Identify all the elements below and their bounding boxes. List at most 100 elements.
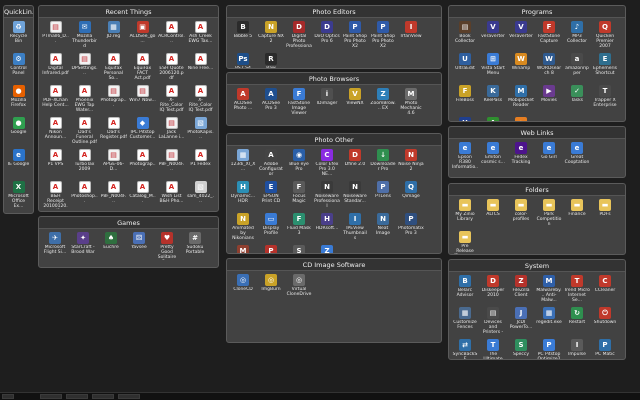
fence-title[interactable]: Web Links	[449, 127, 625, 139]
desktop-shortcut[interactable]: ▬ ALTCS	[480, 199, 506, 229]
desktop-shortcut[interactable]: F Focus Magic	[286, 181, 312, 211]
desktop-shortcut[interactable]: Z FileZilla Client	[508, 275, 534, 305]
desktop-shortcut[interactable]: K KeePass	[480, 85, 506, 115]
desktop-shortcut[interactable]: ▤ Photograp...	[100, 85, 127, 115]
desktop-shortcut[interactable]: ▦ 123di_XI_X...	[230, 149, 256, 179]
desktop-shortcut[interactable]: C CCleaner	[592, 275, 618, 305]
fence-folders[interactable]: Folders ▬ My Zinio Library ▬ ALTCS ▬ color-pr…	[448, 183, 626, 255]
desktop-shortcut[interactable]: ▤ P8F_N004F...	[158, 149, 185, 179]
desktop-shortcut[interactable]: A X-Rite_Color IQ Test.pdf	[187, 85, 214, 115]
desktop-shortcut[interactable]: A P1 Fedex	[187, 149, 214, 179]
desktop-shortcut[interactable]: ✉ Mozilla Thunderbird	[71, 21, 98, 51]
fence-title[interactable]: Folders	[449, 184, 625, 196]
desktop-shortcut[interactable]: P PTLens	[370, 181, 396, 211]
desktop-shortcut[interactable]: ↓ Downloader Pro	[370, 149, 396, 179]
desktop-shortcut[interactable]: N Noiseware Professional	[314, 181, 340, 211]
desktop-shortcut[interactable]: M Malwareby... Anti-Malw...	[536, 275, 562, 305]
desktop-shortcut[interactable]: A ACDSee Pro 3	[258, 88, 284, 118]
desktop-shortcut[interactable]: ◎ CloneCD	[230, 274, 256, 304]
desktop-shortcut[interactable]: ↻ Restart	[564, 307, 590, 337]
fence-title[interactable]: CD Image Software	[227, 259, 441, 271]
desktop-shortcut[interactable]: PPortrait Professiona...	[258, 245, 284, 253]
desktop-shortcut[interactable]: N Animated by Nikonians	[230, 213, 256, 243]
desktop-shortcut[interactable]: M Mobipocket Reader	[508, 85, 534, 115]
taskbar-button[interactable]	[40, 394, 62, 399]
desktop-shortcut[interactable]: A Adobe Configurator	[258, 149, 284, 179]
desktop-shortcut[interactable]: MPhotoME	[230, 245, 256, 253]
desktop-shortcut[interactable]: A ACRControl...	[158, 21, 185, 51]
desktop-shortcut[interactable]: A Photoshop...	[71, 181, 98, 211]
desktop-shortcut[interactable]: I IPEView Thumbnails	[342, 213, 368, 243]
desktop-shortcut[interactable]: P PC Matic	[592, 339, 618, 359]
desktop-shortcut[interactable]: J JcDI PowerTo...	[508, 307, 534, 337]
desktop-shortcut[interactable]: ● Mozilla Firefox	[7, 85, 30, 115]
desktop-shortcut[interactable]: A TurboTax 2009	[71, 149, 98, 179]
fence-photo-other[interactable]: Photo Other ▦ 123di_XI_X... A Adobe Configu…	[226, 133, 442, 254]
desktop-shortcut[interactable]: e Great Cooptation	[564, 142, 590, 172]
desktop-shortcut[interactable]: A ACDSee Photo ...	[230, 88, 256, 118]
fence-title[interactable]: Games	[39, 217, 218, 229]
desktop-shortcut[interactable]: ▤ APGE-06-D...	[100, 149, 127, 179]
desktop-shortcut[interactable]: ▦ JD.reg	[100, 21, 127, 51]
desktop-shortcut[interactable]: AB&H Receipt 20100120.pdf	[42, 181, 69, 211]
desktop-shortcut[interactable]: TThe Ultimate Troublesho...	[480, 339, 506, 359]
desktop-shortcut[interactable]: A P8F_N004F...	[100, 181, 127, 211]
desktop-shortcut[interactable]: E EPSON Print CD	[258, 181, 284, 211]
desktop-shortcut[interactable]: H Dynamic... HDR	[230, 181, 256, 211]
desktop-shortcut[interactable]: A X-Rite_Color IQ Test.pdf	[158, 85, 185, 115]
desktop-shortcut[interactable]: ▲VLC media player	[508, 117, 534, 121]
desktop-shortcut[interactable]: I IrfanView	[398, 21, 424, 51]
desktop-shortcut[interactable]: a amazonripper	[564, 53, 590, 83]
desktop-shortcut[interactable]: ◎ Virtual CloneDrive	[286, 274, 312, 304]
desktop-shortcut[interactable]: ▬ Finance	[564, 199, 590, 229]
desktop-shortcut[interactable]: N Neat Image	[370, 213, 396, 243]
fence-photo-editors[interactable]: Photo Editors B Bibble 5 N Capture NX 2 D Dig…	[226, 5, 442, 69]
desktop-shortcut[interactable]: A Photograp...	[129, 149, 156, 179]
desktop-shortcut[interactable]: A Dad's Funeral Outline.pdf	[71, 117, 98, 147]
desktop-shortcut[interactable]: A Equifax Personal So...	[100, 53, 127, 83]
fence-system[interactable]: System B Belarc Advisor D Diskeeper 2010 Z Fi…	[448, 259, 626, 360]
desktop-shortcut[interactable]: D Dfine 2.0	[342, 149, 368, 179]
start-button[interactable]	[2, 394, 14, 399]
fence-title[interactable]: Photo Other	[227, 134, 441, 146]
desktop-shortcut[interactable]: Z ZoomBrow... EX	[370, 88, 396, 118]
desktop-shortcut[interactable]: A Wish List B&H Pho...	[158, 181, 185, 211]
fence-title[interactable]: Photo Browsers	[227, 73, 441, 85]
desktop-shortcut[interactable]: ▤ Book Collector	[452, 21, 478, 51]
desktop-shortcut[interactable]: ▬ Park Competition	[536, 199, 562, 229]
desktop-shortcut[interactable]: A EquiFax FACT Act.pdf	[129, 53, 156, 83]
desktop-shortcut[interactable]: ▣ ACDSee_go...	[129, 21, 156, 51]
desktop-shortcut[interactable]: e Go Girl	[536, 142, 562, 172]
desktop-shortcut[interactable]: UUbisoft 2.5 Pro	[452, 117, 478, 121]
desktop-shortcut[interactable]: A Dad's Register.pdf	[100, 117, 127, 147]
desktop-shortcut[interactable]: D Diskeeper 2010	[480, 275, 506, 305]
desktop-shortcut[interactable]: OOutlook 2007	[7, 213, 30, 214]
fence-cd-image-software[interactable]: CD Image Software ◎ CloneCD ◎ ImgBurn ◎ Virtu…	[226, 258, 442, 343]
desktop-shortcut[interactable]: A Nikon Announ...	[42, 117, 69, 147]
desktop-shortcut[interactable]: ⚄ Yavsee	[126, 232, 152, 262]
desktop-shortcut[interactable]: ◎ ImgBurn	[258, 274, 284, 304]
desktop-shortcut[interactable]: I Impulse	[564, 339, 590, 359]
desktop-shortcut[interactable]: W WORDsearch 8	[536, 53, 562, 83]
desktop-shortcut[interactable]: ▬ My Zinio Library	[452, 199, 478, 229]
desktop-shortcut[interactable]: T Trend Micro Internet Se...	[564, 275, 590, 305]
fence-recent-things[interactable]: Recent Things ▤ PTmall6_D... ✉ Mozilla Thun…	[38, 5, 219, 212]
desktop-shortcut[interactable]: ⇄ SyncBackSE	[452, 339, 478, 359]
desktop-shortcut[interactable]: ♥Pretty Good Solitaire Qu...	[154, 232, 180, 262]
taskbar-button[interactable]	[92, 394, 114, 399]
desktop-shortcut[interactable]: F FastStone Image Viewer	[286, 88, 312, 118]
desktop-shortcut[interactable]: e IE Google	[7, 149, 30, 179]
desktop-shortcut[interactable]: Q Quicken Premier 2007	[592, 21, 618, 51]
desktop-shortcut[interactable]: A Phoenix EWG Tap Water...	[71, 85, 98, 115]
fence-title[interactable]: Recent Things	[39, 6, 218, 18]
desktop-shortcut[interactable]: ▤ Jack LaLanne i...	[158, 117, 185, 147]
desktop-shortcut[interactable]: ▧ sam_4022_...	[187, 181, 214, 211]
desktop-shortcut[interactable]: A Digital Infrared.pdf	[42, 53, 69, 83]
taskbar-button[interactable]	[66, 394, 88, 399]
desktop-shortcut[interactable]: ✈ Microsoft Flight Si...	[42, 232, 68, 262]
desktop-shortcut[interactable]: ▭ Display Profile	[258, 213, 284, 243]
desktop-shortcut[interactable]: ◆ IPC Pitstop Customer...	[129, 117, 156, 147]
desktop-shortcut[interactable]: T Trapper X Enterprise	[592, 85, 618, 115]
desktop-shortcut[interactable]: ♠ Euchre	[98, 232, 124, 262]
desktop-shortcut[interactable]: # Sudoku Portable	[182, 232, 208, 262]
